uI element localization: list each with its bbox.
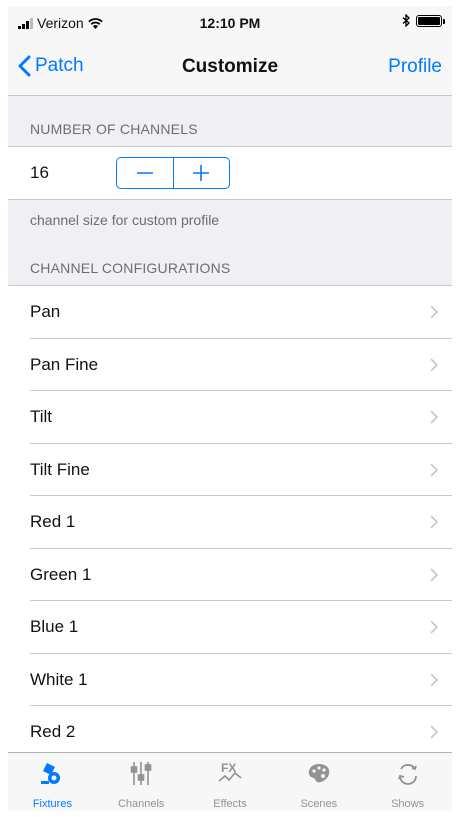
channels-section-header: NUMBER OF CHANNELS — [30, 121, 198, 137]
channel-count-value: 16 — [30, 163, 49, 182]
status-bar: Verizon 12:10 PM — [8, 6, 452, 40]
list-item[interactable]: Green 1 — [8, 548, 452, 601]
tab-channels[interactable]: Channels — [97, 753, 186, 811]
list-item[interactable]: Tilt — [8, 391, 452, 444]
navigation-bar: Patch Customize Profile — [8, 40, 452, 96]
chevron-right-icon — [430, 568, 438, 582]
fixtures-icon — [38, 759, 66, 792]
bluetooth-icon — [402, 14, 410, 27]
tab-label: Effects — [213, 798, 247, 810]
list-item-label: Pan — [30, 302, 61, 322]
list-item[interactable]: Red 2 — [8, 706, 452, 759]
list-item-label: Blue 1 — [30, 617, 79, 637]
channel-config-list: Pan Pan Fine Tilt Tilt Fine Red 1 Green 1 Blue… — [8, 285, 452, 760]
tab-shows[interactable]: Shows — [363, 753, 452, 811]
list-item-label: Tilt Fine — [30, 459, 90, 479]
tab-label: Fixtures — [32, 798, 72, 810]
tab-label: Shows — [391, 798, 425, 810]
list-item[interactable]: Pan — [8, 286, 452, 339]
list-item-label: Pan Fine — [30, 354, 99, 374]
tab-bar: Fixtures Channels FX Effects Scenes Shows — [8, 752, 452, 811]
phone-frame: Verizon 12:10 PM Patch Customize Profile… — [0, 0, 460, 817]
decrement-button[interactable] — [117, 158, 173, 188]
cycle-icon — [394, 759, 422, 792]
list-item-label: Red 2 — [30, 722, 76, 742]
list-item[interactable]: Tilt Fine — [8, 443, 452, 496]
tab-effects[interactable]: FX Effects — [186, 753, 275, 811]
channel-count-row: 16 — [8, 147, 452, 199]
chevron-right-icon — [430, 673, 438, 687]
chevron-right-icon — [430, 305, 438, 319]
status-right — [402, 14, 445, 27]
increment-button[interactable] — [172, 158, 230, 188]
chevron-right-icon — [430, 620, 438, 634]
channel-count-stepper — [116, 157, 230, 189]
minus-icon — [136, 172, 153, 174]
list-item[interactable]: White 1 — [8, 653, 452, 706]
status-time: 12:10 PM — [199, 15, 261, 31]
screen: Verizon 12:10 PM Patch Customize Profile… — [8, 6, 452, 811]
plus-icon — [193, 165, 210, 181]
channels-group: 16 — [8, 146, 452, 200]
chevron-right-icon — [430, 725, 438, 739]
list-item-label: Tilt — [30, 407, 53, 427]
tab-fixtures[interactable]: Fixtures — [8, 753, 97, 811]
palette-icon — [305, 759, 333, 792]
list-item-label: Red 1 — [30, 512, 76, 532]
chevron-right-icon — [430, 410, 438, 424]
battery-level — [418, 16, 440, 25]
battery-icon — [416, 14, 445, 27]
profile-button[interactable]: Profile — [388, 56, 442, 78]
list-item[interactable]: Pan Fine — [8, 338, 452, 391]
chevron-right-icon — [430, 515, 438, 529]
tab-label: Scenes — [300, 798, 338, 810]
tab-scenes[interactable]: Scenes — [274, 753, 363, 811]
channels-section-footer: channel size for custom profile — [30, 212, 220, 228]
list-item-label: Green 1 — [30, 564, 92, 584]
list-item[interactable]: Blue 1 — [8, 601, 452, 654]
list-item[interactable]: Red 1 — [8, 496, 452, 549]
tab-label: Channels — [117, 798, 165, 810]
chevron-right-icon — [430, 463, 438, 477]
config-section-header: CHANNEL CONFIGURATIONS — [30, 260, 231, 276]
chevron-right-icon — [430, 358, 438, 372]
page-title: Customize — [181, 56, 279, 77]
list-item-label: White 1 — [30, 669, 88, 689]
fx-icon: FX — [216, 759, 244, 792]
sliders-icon — [127, 759, 155, 792]
